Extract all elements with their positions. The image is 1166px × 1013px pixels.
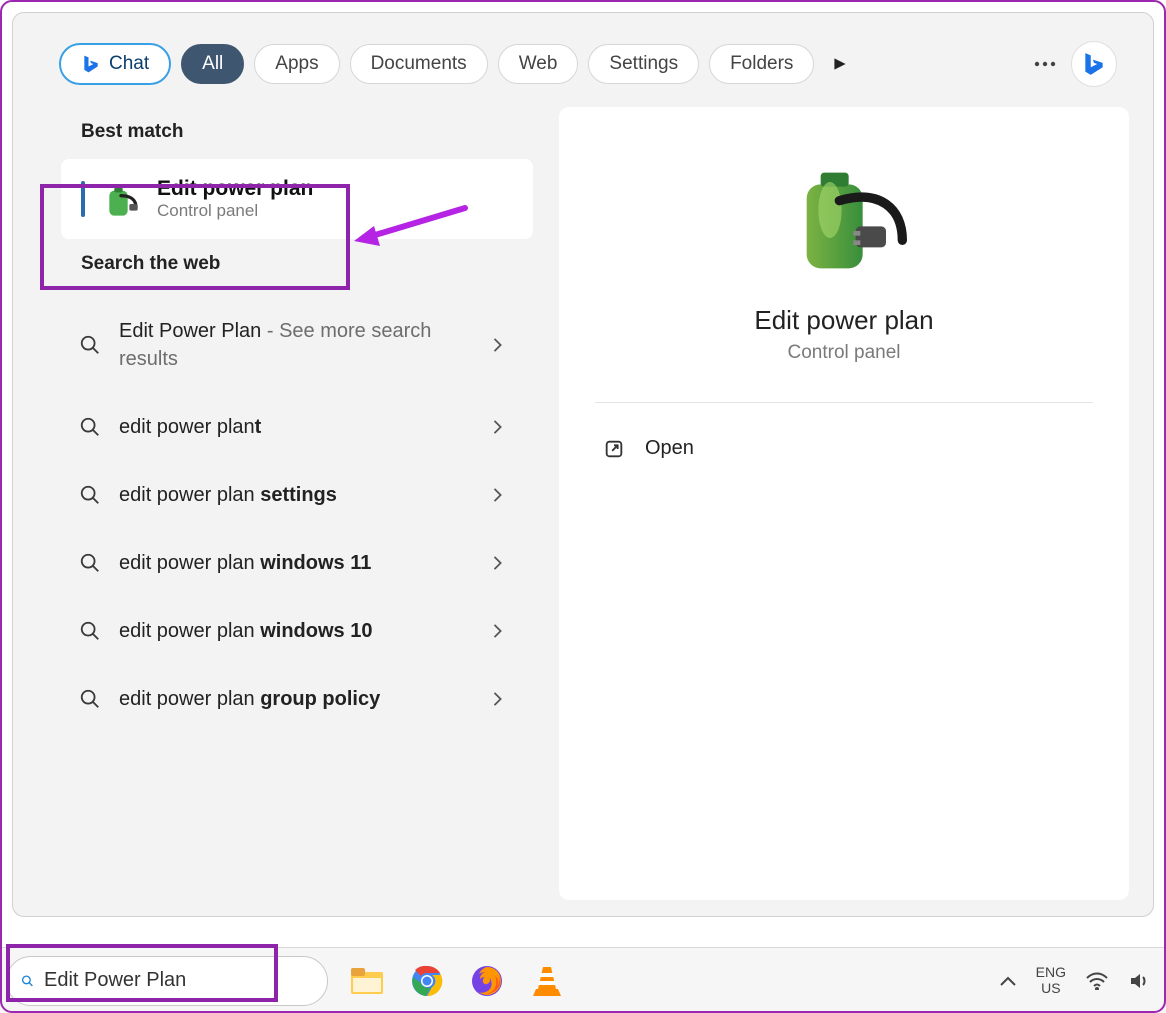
- filter-chat[interactable]: Chat: [59, 43, 171, 85]
- search-icon: [79, 620, 101, 642]
- search-icon: [21, 970, 34, 992]
- taskbar-pinned-apps: [348, 962, 566, 1000]
- more-filters-icon[interactable]: [824, 48, 856, 80]
- overflow-menu-icon[interactable]: [1029, 48, 1061, 80]
- results-column: Best match Edit power plan Control panel: [37, 107, 537, 900]
- lang-line1: ENG: [1036, 965, 1066, 980]
- chevron-right-icon: [491, 624, 505, 638]
- filter-label: Documents: [371, 53, 467, 75]
- detail-subtitle: Control panel: [787, 342, 900, 364]
- chevron-up-icon[interactable]: [1000, 976, 1016, 986]
- bing-icon: [81, 54, 101, 74]
- system-tray: ENG US: [1000, 965, 1160, 996]
- bing-chat-icon[interactable]: [1071, 41, 1117, 87]
- filter-label: Settings: [609, 53, 678, 75]
- search-icon: [79, 552, 101, 574]
- best-match-header: Best match: [37, 107, 537, 159]
- filter-label: Folders: [730, 53, 793, 75]
- file-explorer-icon[interactable]: [348, 962, 386, 1000]
- web-results-list: Edit Power Plan - See more search result…: [37, 291, 537, 733]
- taskbar-search[interactable]: [6, 956, 328, 1006]
- chrome-icon[interactable]: [408, 962, 446, 1000]
- chevron-right-icon: [491, 338, 505, 352]
- language-indicator[interactable]: ENG US: [1036, 965, 1066, 996]
- result-subtitle: Control panel: [157, 201, 313, 221]
- search-icon: [79, 334, 101, 356]
- filter-all[interactable]: All: [181, 44, 244, 84]
- open-external-icon: [603, 438, 625, 460]
- filter-documents[interactable]: Documents: [350, 44, 488, 84]
- search-icon: [79, 688, 101, 710]
- battery-plug-icon: [774, 147, 914, 287]
- web-result-text: Edit Power Plan - See more search result…: [119, 317, 473, 373]
- speaker-icon[interactable]: [1128, 971, 1148, 991]
- search-icon: [79, 484, 101, 506]
- filter-apps[interactable]: Apps: [254, 44, 339, 84]
- chevron-right-icon: [491, 420, 505, 434]
- filter-label: Chat: [109, 53, 149, 75]
- web-result-item[interactable]: edit power plan settings: [61, 461, 523, 529]
- lang-line2: US: [1036, 981, 1066, 996]
- taskbar: ENG US: [0, 947, 1166, 1013]
- web-result-text: edit power plan windows 10: [119, 617, 473, 645]
- web-result-item[interactable]: edit power plan windows 11: [61, 529, 523, 597]
- filter-folders[interactable]: Folders: [709, 44, 814, 84]
- web-result-text: edit power plant: [119, 413, 473, 441]
- vlc-icon[interactable]: [528, 962, 566, 1000]
- battery-plug-icon: [101, 179, 141, 219]
- open-action[interactable]: Open: [595, 427, 1093, 470]
- search-icon: [79, 416, 101, 438]
- web-result-item[interactable]: edit power plan group policy: [61, 665, 523, 733]
- divider: [595, 402, 1093, 403]
- filter-label: Web: [519, 53, 558, 75]
- web-result-item[interactable]: edit power plant: [61, 393, 523, 461]
- open-label: Open: [645, 437, 694, 460]
- chevron-right-icon: [491, 692, 505, 706]
- web-result-text: edit power plan windows 11: [119, 549, 473, 577]
- web-result-item[interactable]: Edit Power Plan - See more search result…: [61, 297, 523, 393]
- search-web-header: Search the web: [37, 239, 537, 291]
- filter-settings[interactable]: Settings: [588, 44, 699, 84]
- search-input[interactable]: [44, 969, 309, 992]
- result-title: Edit power plan: [157, 177, 313, 201]
- web-result-text: edit power plan group policy: [119, 685, 473, 713]
- detail-title: Edit power plan: [754, 305, 933, 336]
- web-result-text: edit power plan settings: [119, 481, 473, 509]
- firefox-icon[interactable]: [468, 962, 506, 1000]
- filter-web[interactable]: Web: [498, 44, 579, 84]
- best-match-result[interactable]: Edit power plan Control panel: [61, 159, 533, 239]
- chevron-right-icon: [491, 556, 505, 570]
- result-detail-pane: Edit power plan Control panel Open: [559, 107, 1129, 900]
- windows-search-panel: Chat All Apps Documents Web Settings Fol…: [12, 12, 1154, 917]
- selection-indicator: [81, 181, 85, 217]
- filter-label: Apps: [275, 53, 318, 75]
- web-result-item[interactable]: edit power plan windows 10: [61, 597, 523, 665]
- chevron-right-icon: [491, 488, 505, 502]
- search-filter-bar: Chat All Apps Documents Web Settings Fol…: [13, 13, 1153, 107]
- wifi-icon[interactable]: [1086, 972, 1108, 990]
- filter-label: All: [202, 53, 223, 75]
